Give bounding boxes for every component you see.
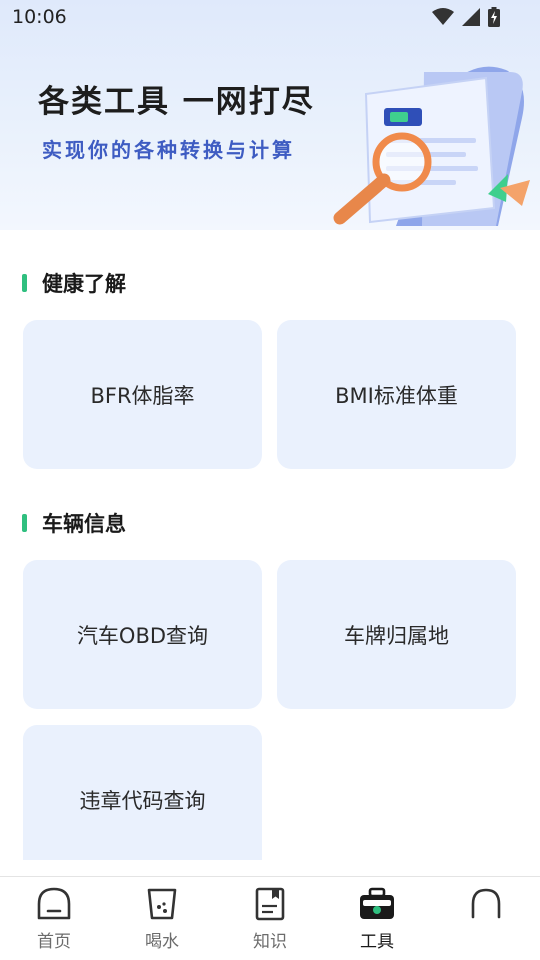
tool-label: BFR体脂率 bbox=[90, 383, 195, 408]
tool-label: BMI标准体重 bbox=[335, 383, 458, 408]
tab-water[interactable]: 喝水 bbox=[127, 887, 197, 957]
water-cup-icon bbox=[147, 888, 177, 920]
tool-label: 车牌归属地 bbox=[344, 623, 449, 648]
toolbox-icon bbox=[360, 887, 394, 919]
tab-knowledge[interactable]: 知识 bbox=[235, 887, 305, 957]
tool-bmi-tile[interactable]: BMI标准体重 bbox=[277, 320, 516, 469]
tab-label: 喝水 bbox=[145, 932, 179, 952]
section-title-text: 健康了解 bbox=[42, 272, 126, 296]
section-vehicle-title: 车辆信息 bbox=[22, 508, 126, 538]
hero-banner: 10:06 各类工具 一网打尽 实现你的各种转换与计算 bbox=[0, 0, 540, 230]
tab-home[interactable]: 首页 bbox=[19, 887, 89, 957]
wifi-icon bbox=[432, 8, 454, 26]
battery-charging-icon bbox=[488, 7, 500, 27]
hero-title: 各类工具 一网打尽 bbox=[38, 84, 315, 120]
bottom-tab-bar: 首页 喝水 知识 工具 bbox=[0, 876, 540, 960]
section-title-text: 车辆信息 bbox=[42, 512, 126, 536]
tool-label: 汽车OBD查询 bbox=[76, 623, 209, 648]
tab-label: 首页 bbox=[37, 932, 71, 952]
tool-plate-region-tile[interactable]: 车牌归属地 bbox=[277, 560, 516, 709]
tool-violation-code-tile[interactable]: 违章代码查询 bbox=[23, 725, 262, 860]
tab-profile[interactable] bbox=[451, 887, 521, 957]
profile-icon bbox=[471, 888, 501, 919]
section-accent-bar bbox=[22, 274, 27, 292]
home-icon bbox=[37, 887, 71, 920]
status-time: 10:06 bbox=[12, 6, 67, 28]
hero-subtitle: 实现你的各种转换与计算 bbox=[42, 138, 295, 162]
tab-label: 知识 bbox=[253, 932, 287, 952]
book-icon bbox=[255, 887, 285, 921]
section-health-title: 健康了解 bbox=[22, 268, 126, 298]
tab-label: 工具 bbox=[360, 932, 394, 952]
tool-bfr-tile[interactable]: BFR体脂率 bbox=[23, 320, 262, 469]
section-accent-bar bbox=[22, 514, 27, 532]
tab-tools[interactable]: 工具 bbox=[342, 887, 412, 957]
tool-obd-tile[interactable]: 汽车OBD查询 bbox=[23, 560, 262, 709]
magnifier-document-illustration bbox=[333, 66, 530, 226]
signal-icon bbox=[462, 8, 480, 26]
status-bar: 10:06 bbox=[0, 0, 540, 36]
tool-label: 违章代码查询 bbox=[79, 788, 206, 813]
